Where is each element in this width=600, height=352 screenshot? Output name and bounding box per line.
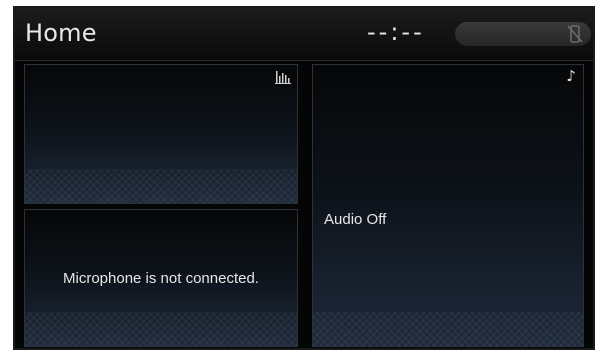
audio-status-text: Audio Off bbox=[324, 211, 387, 228]
voice-panel[interactable]: Microphone is not connected. bbox=[24, 209, 298, 347]
status-pill[interactable] bbox=[455, 22, 591, 46]
phone-disconnected-icon bbox=[567, 25, 583, 43]
music-note-icon: ♪ bbox=[566, 67, 576, 85]
microphone-status-text: Microphone is not connected. bbox=[63, 270, 259, 287]
audio-panel[interactable]: ♪ Audio Off bbox=[312, 64, 584, 347]
head-unit-screen: Home --:-- Microphone is not connected. … bbox=[13, 6, 595, 350]
equalizer-panel[interactable] bbox=[24, 64, 298, 204]
clock-display: --:-- bbox=[367, 18, 425, 46]
page-title: Home bbox=[25, 19, 97, 47]
equalizer-icon bbox=[275, 71, 291, 84]
header-bar: Home --:-- bbox=[15, 8, 593, 61]
